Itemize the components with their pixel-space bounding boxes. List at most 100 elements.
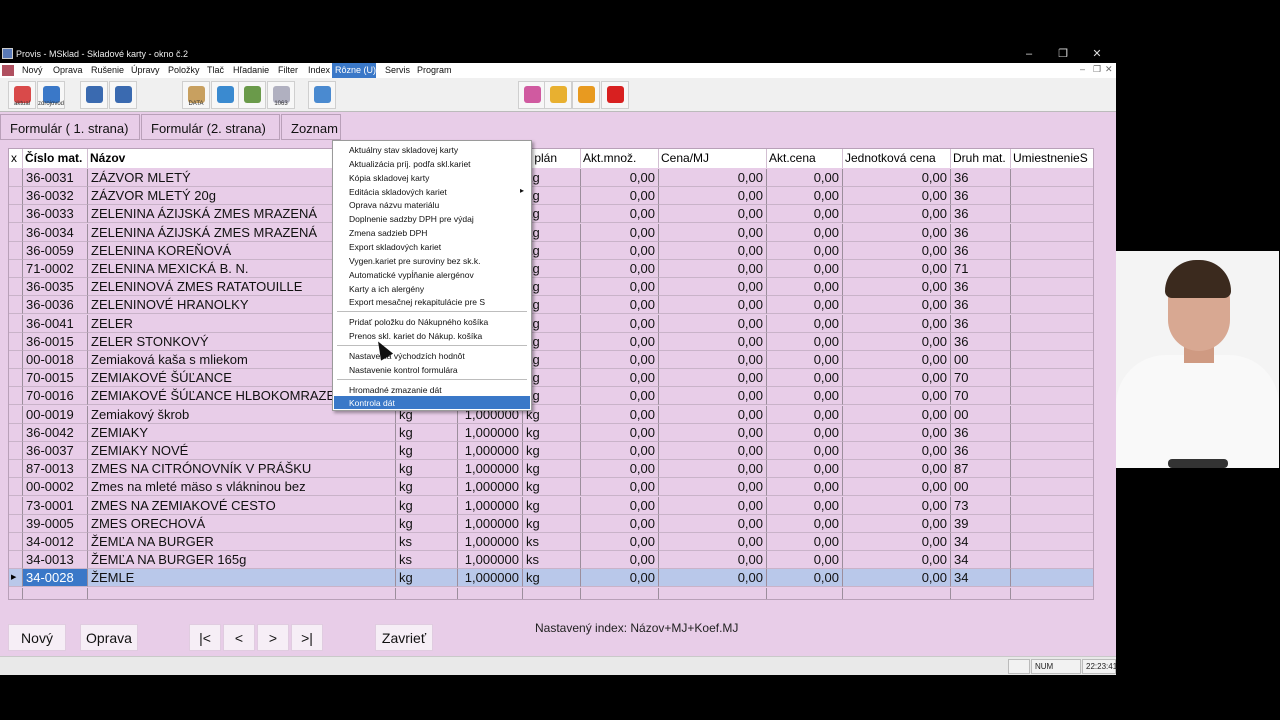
table-row[interactable]: 00-0018Zemiaková kaša s mliekomkg1,00000… — [9, 351, 1093, 369]
tab-1[interactable]: Formulár (2. strana) — [141, 114, 280, 140]
table-row[interactable]: 00-0002 Zmes na mleté mäso s vlákninou be… — [9, 478, 1093, 497]
menu-3[interactable]: Úpravy — [128, 65, 160, 78]
tool-gear-button[interactable] — [211, 81, 239, 109]
table-row[interactable]: 36-0036 ZELENINOVÉ HRANOLKY kg 0,00 0,00 0,00… — [9, 296, 1093, 315]
mdi-restore-icon[interactable]: ❐ — [1093, 64, 1101, 75]
tool-zdroj-button[interactable]: zdrojovod — [37, 81, 65, 109]
table-row[interactable]: 36-0042 ZEMIAKY kg 1,000000 kg 0,00 0,00 0,00 0,… — [9, 423, 1093, 442]
cell-akt: 0,00 — [581, 223, 659, 242]
tab-2[interactable]: Zoznam — [281, 114, 341, 140]
dropdown-item-11[interactable]: Export mesačnej rekapitulácie pre S — [334, 295, 530, 308]
tool-2-button[interactable] — [109, 81, 137, 109]
tool-doc-button[interactable] — [238, 81, 266, 109]
table-row[interactable]: 36-0015 ZELER STONKOVÝ kg 0,00 0,00 0,00 0,00 3… — [9, 332, 1093, 351]
table-row[interactable]: 00-0019 Zemiakový škrob kg 1,000000 kg 0,00 0,… — [9, 405, 1093, 424]
menu-1[interactable]: Oprava — [50, 65, 83, 78]
last-record-button[interactable]: >| — [291, 624, 323, 651]
tool-globe-button[interactable] — [308, 81, 336, 109]
edit-button[interactable]: Oprava — [80, 624, 138, 651]
cell-code: 00-0018 — [23, 351, 88, 369]
mdi-minimize-icon[interactable]: – — [1080, 64, 1085, 74]
menu-8[interactable]: Index — [305, 65, 330, 78]
tool-1-button[interactable] — [80, 81, 108, 109]
column-header-9[interactable]: Jednotková cena — [843, 149, 951, 168]
menu-9[interactable]: Rôzne (U) — [332, 63, 376, 78]
table-row[interactable]: 36-0059 ZELENINA KOREŇOVÁ kg 0,00 0,00 0,00 0,… — [9, 241, 1093, 260]
dropdown-item-4[interactable]: Oprava názvu materiálu — [334, 198, 530, 211]
table-row[interactable]: 34-0013 ŽEMĽA NA BURGER 165g ks 1,000000 ks 0… — [9, 551, 1093, 570]
menu-7[interactable]: Filter — [275, 65, 298, 78]
menu-11[interactable]: Program — [414, 65, 452, 78]
menu-4[interactable]: Položky — [165, 65, 200, 78]
menu-10[interactable]: Servis — [382, 65, 410, 78]
tool-folder-button[interactable] — [572, 81, 600, 109]
table-row[interactable]: 87-0013 ZMES NA CITRÓNOVNÍK V PRÁŠKU kg 1,0… — [9, 460, 1093, 479]
new-button[interactable]: Nový — [8, 624, 66, 651]
minimize-icon[interactable]: – — [1014, 46, 1044, 62]
dropdown-item-20[interactable]: Kontrola dát — [334, 396, 530, 410]
menu-5[interactable]: Tlač — [204, 65, 224, 78]
dropdown-item-9[interactable]: Automatické vypĺňanie alergénov — [334, 268, 530, 281]
dropdown-item-5[interactable]: Doplnenie sadzby DPH pre výdaj — [334, 212, 530, 225]
dropdown-item-3[interactable]: Editácia skladových kariet ▸ — [334, 185, 530, 198]
dropdown-item-10[interactable]: Karty a ich alergény — [334, 282, 530, 295]
table-row[interactable]: 36-0041 ZELER kg 0,00 0,00 0,00 0,00 36 — [9, 314, 1093, 333]
column-header-7[interactable]: Cena/MJ — [659, 149, 767, 168]
column-header-0[interactable]: x — [9, 149, 23, 168]
dropdown-item-14[interactable]: Prenos skl. kariet do Nákup. košíka — [334, 329, 530, 342]
dropdown-item-16[interactable]: Nastavenia východzích hodnôt — [334, 349, 530, 362]
cell-name: ZEMIAKY — [88, 423, 396, 442]
column-header-8[interactable]: Akt.cena — [767, 149, 843, 168]
dropdown-item-13[interactable]: Pridať položku do Nákupného košíka — [334, 315, 530, 328]
table-row[interactable]: 71-0002 ZELENINA MEXICKÁ B. N. kg 0,00 0,00 0… — [9, 260, 1093, 278]
table-row[interactable]: 36-0033 ZELENINA ÁZIJSKÁ ZMES MRAZENÁ kg 0,… — [9, 205, 1093, 224]
tool-diamond-button[interactable] — [518, 81, 546, 109]
menu-separator — [337, 378, 527, 380]
dropdown-item-7[interactable]: Export skladových kariet — [334, 240, 530, 253]
dropdown-item-6[interactable]: Zmena sadzieb DPH — [334, 226, 530, 239]
menu-0[interactable]: Nový — [19, 65, 43, 78]
table-row[interactable]: 36-0034 ZELENINA ÁZIJSKÁ ZMES MRAZENÁ kg 0,… — [9, 223, 1093, 242]
table-row[interactable]: 36-0031 ZÁZVOR MLETÝ kg 0,00 0,00 0,00 0,00 36 — [9, 169, 1093, 187]
tool-power-button[interactable] — [601, 81, 629, 109]
menu-6[interactable]: Hľadanie — [230, 65, 269, 78]
close-button[interactable]: Zavrieť — [375, 624, 433, 651]
restore-icon[interactable]: ❐ — [1048, 46, 1078, 62]
table-row[interactable]: 39-0005 ZMES ORECHOVÁ kg 1,000000 kg 0,00 0,00… — [9, 514, 1093, 533]
table-row[interactable]: 34-0012 ŽEMĽA NA BURGER ks 1,000000 ks 0,00 0,… — [9, 533, 1093, 551]
tool-arrow-button[interactable]: aktual — [8, 81, 36, 109]
table-row-selected[interactable]: ▶ 34-0028 ŽEMLE kg 1,000000 kg 0,00 0,00 0,00 0,0… — [9, 569, 1093, 588]
menu-2[interactable]: Rušenie — [88, 65, 124, 78]
tool-label: DATA — [188, 101, 204, 107]
column-header-11[interactable]: UmiestnenieS — [1011, 149, 1093, 168]
cell-druh: 00 — [951, 478, 1011, 497]
tool-pencil-button[interactable] — [544, 81, 572, 109]
material-grid[interactable]: x Číslo mat. Názov J plán Akt.množ. Cena/MJ Ak… — [8, 148, 1094, 600]
column-header-10[interactable]: Druh mat. — [951, 149, 1011, 168]
next-record-button[interactable]: > — [257, 624, 289, 651]
cell-akt: 0,00 — [581, 387, 659, 406]
table-row[interactable]: 36-0037 ZEMIAKY NOVÉ kg 1,000000 kg 0,00 0,00 0… — [9, 442, 1093, 460]
table-row[interactable]: 70-0015ZEMIAKOVÉ ŠÚĽANCEkg1,000000kg0,00… — [9, 369, 1093, 388]
column-header-1[interactable]: Číslo mat. — [23, 149, 88, 168]
table-row[interactable]: 70-0016 ZEMIAKOVÉ ŠÚĽANCE HLBOKOMRAZENÉ kg… — [9, 387, 1093, 406]
first-record-button[interactable]: |< — [189, 624, 221, 651]
dropdown-item-1[interactable]: Aktualizácia príj. podľa skl.kariet — [334, 157, 530, 170]
mdi-close-icon[interactable]: ✕ — [1105, 64, 1113, 75]
close-icon[interactable]: ✕ — [1082, 46, 1112, 62]
tab-0[interactable]: Formulár ( 1. strana) — [0, 114, 140, 140]
prev-record-button[interactable]: < — [223, 624, 255, 651]
tool-mail-button[interactable]: 1063 — [267, 81, 295, 109]
system-menu-icon[interactable] — [2, 65, 14, 76]
table-row[interactable]: 36-0032 ZÁZVOR MLETÝ 20g kg 0,00 0,00 0,00 0,0… — [9, 187, 1093, 206]
dropdown-item-0[interactable]: Aktuálny stav skladovej karty — [334, 143, 530, 156]
dropdown-item-2[interactable]: Kópia skladovej karty — [334, 171, 530, 184]
tool-data-button[interactable]: DATA — [182, 81, 210, 109]
table-row[interactable]: 73-0001 ZMES NA ZEMIAKOVÉ CESTO kg 1,000000… — [9, 496, 1093, 515]
dropdown-item-19[interactable]: Hromadné zmazanie dát — [334, 383, 530, 396]
dropdown-item-17[interactable]: Nastavenie kontrol formulára — [334, 363, 530, 376]
table-row[interactable]: 36-0035 ZELENINOVÁ ZMES RATATOUILLE kg 0,00… — [9, 278, 1093, 297]
column-header-6[interactable]: Akt.množ. — [581, 149, 659, 168]
dropdown-item-8[interactable]: Vygen.kariet pre suroviny bez sk.k. — [334, 254, 530, 267]
table-row-empty[interactable] — [9, 587, 1093, 599]
